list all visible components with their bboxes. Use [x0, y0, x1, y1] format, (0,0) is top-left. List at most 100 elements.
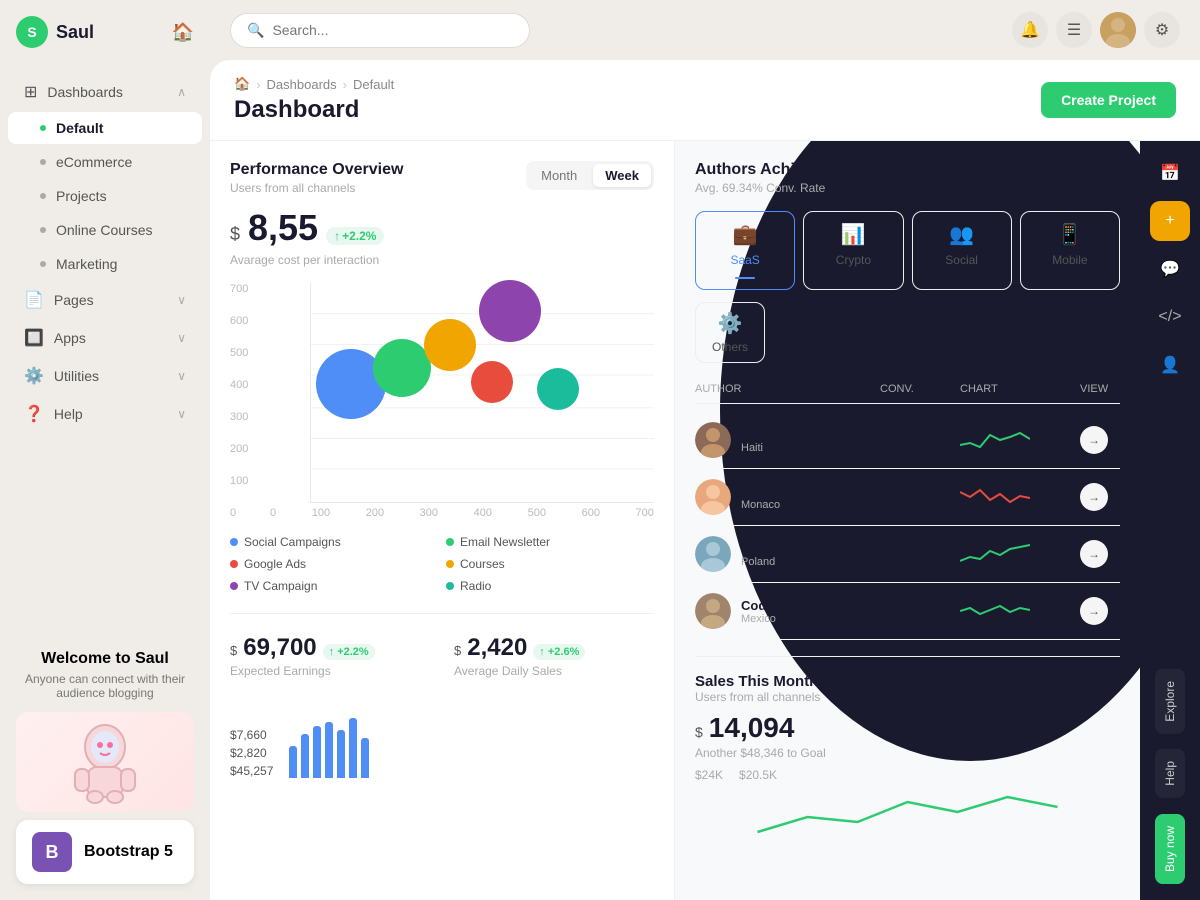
- chevron-icon: ∨: [177, 369, 186, 383]
- chart-x-labels: 0 100 200 300 400 500 600 700: [270, 507, 654, 519]
- inactive-dot: [40, 227, 46, 233]
- sparkline: [960, 482, 1080, 512]
- page-header: 🏠 › Dashboards › Default Dashboard Creat…: [210, 60, 1200, 141]
- topbar-right: 🔔 ☰ ⚙: [1012, 12, 1180, 48]
- bootstrap-badge: B Bootstrap 5: [16, 820, 194, 884]
- calendar-button[interactable]: 📅: [1150, 153, 1190, 193]
- legend-dot: [446, 582, 454, 590]
- legend-dot: [446, 560, 454, 568]
- breadcrumb-dashboards[interactable]: Dashboards: [267, 77, 337, 92]
- perf-header: Performance Overview Users from all chan…: [230, 161, 654, 195]
- author-avatar: [695, 479, 731, 515]
- cat-tab-social[interactable]: 👥 Social: [912, 211, 1012, 290]
- author-conv: 92.56%: [880, 547, 960, 562]
- author-view-button[interactable]: →: [1080, 540, 1108, 568]
- sidebar-item-dashboards[interactable]: ⊞ Dashboards ∧: [8, 74, 202, 110]
- sparkline: [960, 596, 1080, 626]
- table-row: Guy Hawkins Haiti 78.34% →: [695, 412, 1120, 469]
- saas-icon: 💼: [733, 222, 758, 247]
- sidebar-item-utilities[interactable]: ⚙️ Utilities ∨: [8, 358, 202, 394]
- author-view-button[interactable]: →: [1080, 426, 1108, 454]
- right-panel: Authors Achievements Avg. 69.34% Conv. R…: [675, 141, 1140, 900]
- help-button[interactable]: Help: [1155, 749, 1185, 798]
- user-avatar[interactable]: [1100, 12, 1136, 48]
- stats-row: $ 69,700 ↑ +2.2% Expected Earnings $ 2,4…: [230, 613, 654, 678]
- table-row: Jane Cooper Monaco 63.83% →: [695, 469, 1120, 526]
- sales-chart: [695, 782, 1120, 842]
- sidebar-item-marketing[interactable]: Marketing: [8, 248, 202, 280]
- astronaut-image: [16, 712, 194, 812]
- cat-tab-others[interactable]: ⚙️ Others: [695, 302, 765, 363]
- chat-button[interactable]: 💬: [1150, 249, 1190, 289]
- footer-title: Welcome to Saul: [16, 650, 194, 668]
- code-button[interactable]: </>: [1150, 297, 1190, 337]
- sidebar-item-default[interactable]: Default: [8, 112, 202, 144]
- settings-button[interactable]: ⚙: [1144, 12, 1180, 48]
- author-view-button[interactable]: →: [1080, 597, 1108, 625]
- add-button[interactable]: +: [1150, 201, 1190, 241]
- inactive-dot: [40, 193, 46, 199]
- cat-tab-label: Social: [945, 253, 978, 267]
- author-country: Monaco: [741, 499, 820, 511]
- sidebar-item-label: Default: [56, 120, 103, 136]
- sidebar-item-help[interactable]: ❓ Help ∨: [8, 396, 202, 432]
- create-project-button[interactable]: Create Project: [1041, 82, 1176, 118]
- cat-tab-crypto[interactable]: 📊 Crypto: [803, 211, 903, 290]
- stat-badge: ↑ +2.6%: [533, 644, 585, 660]
- buy-now-button[interactable]: Buy now: [1155, 814, 1185, 884]
- metric-value: $ 8,55 ↑ +2.2%: [230, 207, 654, 249]
- sidebar-item-label: Marketing: [56, 256, 117, 272]
- author-conv: 63.83%: [880, 490, 960, 505]
- main-content: 🔍 🔔 ☰ ⚙ 🏠 › Dashboards: [210, 0, 1200, 900]
- period-tab-month[interactable]: Month: [529, 164, 589, 187]
- home-icon: 🏠: [234, 76, 250, 92]
- expected-earnings: $ 69,700 ↑ +2.2% Expected Earnings: [230, 634, 430, 678]
- cat-tab-label: Crypto: [836, 253, 871, 267]
- sidebar-item-ecommerce[interactable]: eCommerce: [8, 146, 202, 178]
- notification-button[interactable]: 🔔: [1012, 12, 1048, 48]
- help-icon: ❓: [24, 404, 44, 424]
- bar-4: [325, 722, 333, 778]
- chart-legend: Social Campaigns Email Newsletter Google…: [230, 535, 654, 593]
- sidebar-item-label: Projects: [56, 188, 107, 204]
- bar-3: [313, 726, 321, 778]
- pages-icon: 📄: [24, 290, 44, 310]
- metric-dollar: $: [230, 224, 240, 245]
- back-icon[interactable]: 🏠: [172, 22, 194, 43]
- dashboard-grid: Performance Overview Users from all chan…: [210, 141, 1140, 900]
- breadcrumb-current[interactable]: Default: [353, 77, 394, 92]
- sidebar-item-label: Dashboards: [47, 84, 123, 100]
- cat-tabs-row2: ⚙️ Others: [695, 302, 1120, 363]
- cat-tab-saas[interactable]: 💼 SaaS: [695, 211, 795, 290]
- sidebar-item-apps[interactable]: 🔲 Apps ∨: [8, 320, 202, 356]
- sales-amount-row: $ 14,094: [695, 712, 1120, 744]
- stat-value-row: $ 69,700 ↑ +2.2%: [230, 634, 430, 662]
- col-author: AUTHOR: [695, 383, 880, 395]
- search-box[interactable]: 🔍: [230, 13, 530, 48]
- sidebar-item-pages[interactable]: 📄 Pages ∨: [8, 282, 202, 318]
- legend-dot: [446, 538, 454, 546]
- sidebar-item-projects[interactable]: Projects: [8, 180, 202, 212]
- author-avatar: [695, 536, 731, 572]
- menu-button[interactable]: ☰: [1056, 12, 1092, 48]
- users-button[interactable]: 👤: [1150, 345, 1190, 385]
- bubble-campaign: [479, 280, 541, 342]
- period-tab-week[interactable]: Week: [593, 164, 651, 187]
- sidebar-item-online-courses[interactable]: Online Courses: [8, 214, 202, 246]
- bar-1: [289, 746, 297, 778]
- sales-amount: 14,094: [709, 712, 795, 744]
- sales-title: Sales This Months: [695, 673, 1120, 690]
- explore-button[interactable]: Explore: [1155, 669, 1185, 734]
- legend-dot: [230, 582, 238, 590]
- inactive-dot: [40, 261, 46, 267]
- stat-number: 2,420: [467, 634, 527, 662]
- legend-radio: Radio: [446, 579, 654, 593]
- cat-tab-mobile[interactable]: 📱 Mobile: [1020, 211, 1120, 290]
- search-input[interactable]: [272, 22, 513, 38]
- dashboards-icon: ⊞: [24, 82, 37, 102]
- author-view-button[interactable]: →: [1080, 483, 1108, 511]
- sidebar-header: S Saul 🏠: [0, 0, 210, 64]
- stat-value-row: $ 2,420 ↑ +2.6%: [454, 634, 654, 662]
- sidebar-item-label: Online Courses: [56, 222, 153, 238]
- bar-5: [337, 730, 345, 778]
